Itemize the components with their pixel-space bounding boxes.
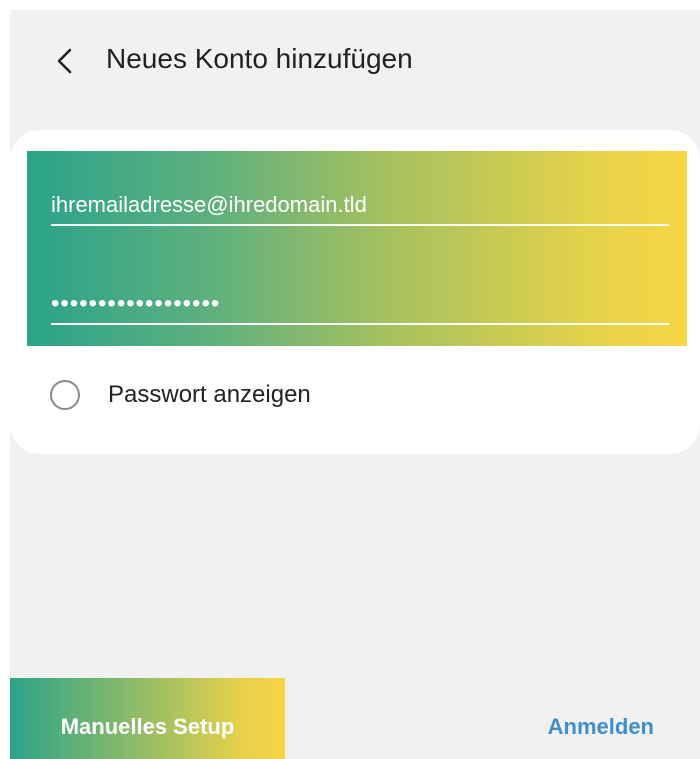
app-header: Neues Konto hinzufügen <box>10 10 700 110</box>
password-field[interactable] <box>51 285 669 325</box>
page-title: Neues Konto hinzufügen <box>106 43 413 74</box>
show-password-label: Passwort anzeigen <box>108 381 311 408</box>
manual-setup-label: Manuelles Setup <box>60 713 235 739</box>
credentials-panel <box>27 151 687 346</box>
email-field[interactable] <box>51 186 669 226</box>
back-button[interactable] <box>48 44 82 78</box>
chevron-left-icon <box>57 48 72 74</box>
show-password-toggle[interactable]: Passwort anzeigen <box>50 380 311 410</box>
login-card: Passwort anzeigen <box>10 130 700 454</box>
show-password-radio[interactable] <box>50 380 80 410</box>
manual-setup-button[interactable]: Manuelles Setup <box>10 678 285 759</box>
login-button[interactable]: Anmelden <box>548 714 654 740</box>
screen: Neues Konto hinzufügen Passwort anzeigen… <box>10 10 700 759</box>
